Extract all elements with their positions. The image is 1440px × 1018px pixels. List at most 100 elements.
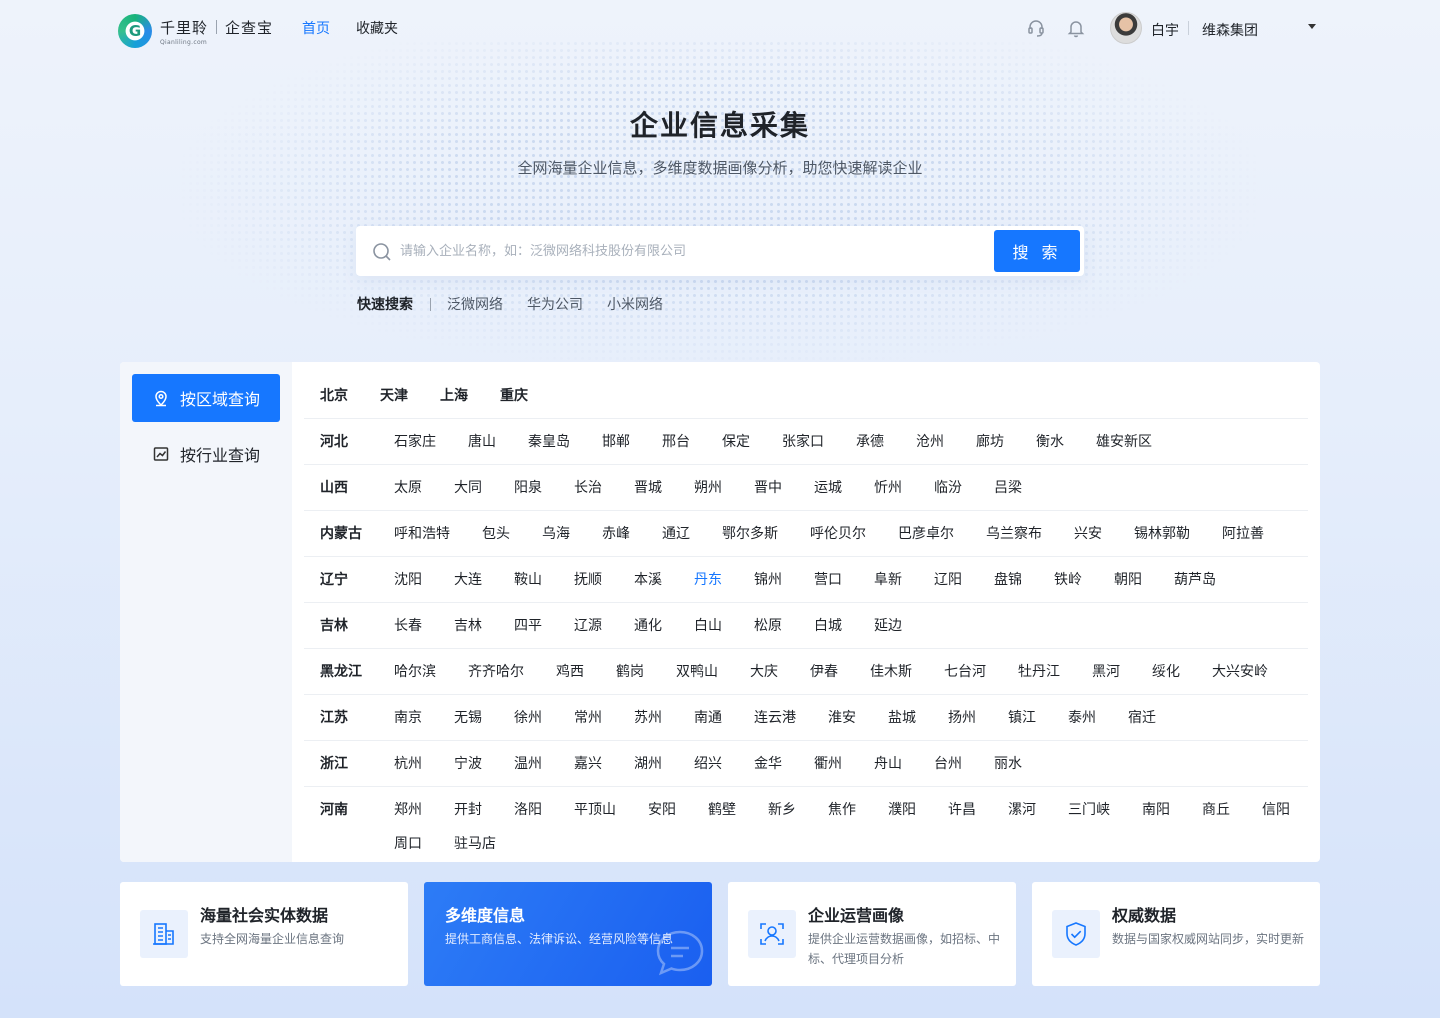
city-item[interactable]: 徐州 xyxy=(514,707,542,729)
org-name[interactable]: 维森集团 xyxy=(1202,20,1258,40)
city-item[interactable]: 本溪 xyxy=(634,569,662,591)
city-item[interactable]: 金华 xyxy=(754,753,782,775)
city-item[interactable]: 泰州 xyxy=(1068,707,1096,729)
city-item[interactable]: 周口 xyxy=(394,833,422,855)
city-item[interactable]: 新乡 xyxy=(768,799,796,821)
city-item[interactable]: 辽阳 xyxy=(934,569,962,591)
city-item[interactable]: 佳木斯 xyxy=(870,661,912,683)
city-item[interactable]: 阜新 xyxy=(874,569,902,591)
city-item[interactable]: 南京 xyxy=(394,707,422,729)
city-item[interactable]: 包头 xyxy=(482,523,510,545)
city-item[interactable]: 绍兴 xyxy=(694,753,722,775)
city-item[interactable]: 雄安新区 xyxy=(1096,431,1152,453)
city-item[interactable]: 信阳 xyxy=(1262,799,1290,821)
city-item[interactable]: 张家口 xyxy=(782,431,824,453)
city-item[interactable]: 四平 xyxy=(514,615,542,637)
city-item[interactable]: 鞍山 xyxy=(514,569,542,591)
city-item[interactable]: 太原 xyxy=(394,477,422,499)
search-button[interactable]: 搜 索 xyxy=(994,230,1080,272)
city-item[interactable]: 杭州 xyxy=(394,753,422,775)
bell-icon[interactable] xyxy=(1066,18,1086,38)
city-item[interactable]: 七台河 xyxy=(944,661,986,683)
city-item[interactable]: 淮安 xyxy=(828,707,856,729)
search-input[interactable] xyxy=(400,239,980,263)
city-item[interactable]: 吕梁 xyxy=(994,477,1022,499)
city-item[interactable]: 丹东 xyxy=(694,569,722,591)
municipality-item[interactable]: 重庆 xyxy=(500,385,528,407)
city-item[interactable]: 大庆 xyxy=(750,661,778,683)
city-item[interactable]: 白山 xyxy=(694,615,722,637)
city-item[interactable]: 兴安 xyxy=(1074,523,1102,545)
feature-card-authoritative-data[interactable]: 权威数据 数据与国家权威网站同步，实时更新 xyxy=(1032,882,1320,986)
province-name[interactable]: 山西 xyxy=(320,477,394,499)
province-name[interactable]: 河南 xyxy=(320,799,394,821)
city-item[interactable]: 邯郸 xyxy=(602,431,630,453)
city-item[interactable]: 朔州 xyxy=(694,477,722,499)
city-item[interactable]: 抚顺 xyxy=(574,569,602,591)
quick-search-item[interactable]: 华为公司 xyxy=(527,294,583,314)
city-item[interactable]: 乌兰察布 xyxy=(986,523,1042,545)
municipality-item[interactable]: 天津 xyxy=(380,385,408,407)
city-item[interactable]: 白城 xyxy=(814,615,842,637)
city-item[interactable]: 锡林郭勒 xyxy=(1134,523,1190,545)
city-item[interactable]: 呼和浩特 xyxy=(394,523,450,545)
logo[interactable]: G 千里聆 企查宝 Qianliling.com xyxy=(118,14,273,48)
city-item[interactable]: 铁岭 xyxy=(1054,569,1082,591)
city-item[interactable]: 长治 xyxy=(574,477,602,499)
city-item[interactable]: 南阳 xyxy=(1142,799,1170,821)
city-item[interactable]: 延边 xyxy=(874,615,902,637)
quick-search-item[interactable]: 小米网络 xyxy=(607,294,663,314)
city-item[interactable]: 巴彦卓尔 xyxy=(898,523,954,545)
city-item[interactable]: 无锡 xyxy=(454,707,482,729)
city-item[interactable]: 邢台 xyxy=(662,431,690,453)
city-item[interactable]: 唐山 xyxy=(468,431,496,453)
city-item[interactable]: 乌海 xyxy=(542,523,570,545)
city-item[interactable]: 秦皇岛 xyxy=(528,431,570,453)
city-item[interactable]: 绥化 xyxy=(1152,661,1180,683)
nav-home[interactable]: 首页 xyxy=(302,18,330,38)
city-item[interactable]: 长春 xyxy=(394,615,422,637)
city-item[interactable]: 鸡西 xyxy=(556,661,584,683)
city-item[interactable]: 许昌 xyxy=(948,799,976,821)
city-item[interactable]: 平顶山 xyxy=(574,799,616,821)
city-item[interactable]: 商丘 xyxy=(1202,799,1230,821)
avatar[interactable] xyxy=(1110,12,1142,44)
city-item[interactable]: 宿迁 xyxy=(1128,707,1156,729)
city-item[interactable]: 三门峡 xyxy=(1068,799,1110,821)
city-item[interactable]: 鄂尔多斯 xyxy=(722,523,778,545)
city-item[interactable]: 镇江 xyxy=(1008,707,1036,729)
city-item[interactable]: 临汾 xyxy=(934,477,962,499)
headset-icon[interactable] xyxy=(1026,18,1046,38)
city-item[interactable]: 朝阳 xyxy=(1114,569,1142,591)
city-item[interactable]: 承德 xyxy=(856,431,884,453)
tab-by-region[interactable]: 按区域查询 xyxy=(132,374,280,422)
city-item[interactable]: 忻州 xyxy=(874,477,902,499)
city-item[interactable]: 常州 xyxy=(574,707,602,729)
city-item[interactable]: 晋城 xyxy=(634,477,662,499)
city-item[interactable]: 运城 xyxy=(814,477,842,499)
user-name[interactable]: 白宇 xyxy=(1151,20,1179,40)
city-item[interactable]: 哈尔滨 xyxy=(394,661,436,683)
nav-favorites[interactable]: 收藏夹 xyxy=(356,18,398,38)
city-item[interactable]: 通辽 xyxy=(662,523,690,545)
city-item[interactable]: 石家庄 xyxy=(394,431,436,453)
city-item[interactable]: 盐城 xyxy=(888,707,916,729)
feature-card-entity-data[interactable]: 海量社会实体数据 支持全网海量企业信息查询 xyxy=(120,882,408,986)
municipality-item[interactable]: 北京 xyxy=(320,385,348,407)
city-item[interactable]: 黑河 xyxy=(1092,661,1120,683)
city-item[interactable]: 洛阳 xyxy=(514,799,542,821)
city-item[interactable]: 扬州 xyxy=(948,707,976,729)
city-item[interactable]: 吉林 xyxy=(454,615,482,637)
city-item[interactable]: 阳泉 xyxy=(514,477,542,499)
city-item[interactable]: 廊坊 xyxy=(976,431,1004,453)
city-item[interactable]: 丽水 xyxy=(994,753,1022,775)
province-name[interactable]: 辽宁 xyxy=(320,569,394,591)
city-item[interactable]: 驻马店 xyxy=(454,833,496,855)
city-item[interactable]: 营口 xyxy=(814,569,842,591)
city-item[interactable]: 盘锦 xyxy=(994,569,1022,591)
city-item[interactable]: 保定 xyxy=(722,431,750,453)
city-item[interactable]: 安阳 xyxy=(648,799,676,821)
city-item[interactable]: 湖州 xyxy=(634,753,662,775)
city-item[interactable]: 葫芦岛 xyxy=(1174,569,1216,591)
city-item[interactable]: 伊春 xyxy=(810,661,838,683)
